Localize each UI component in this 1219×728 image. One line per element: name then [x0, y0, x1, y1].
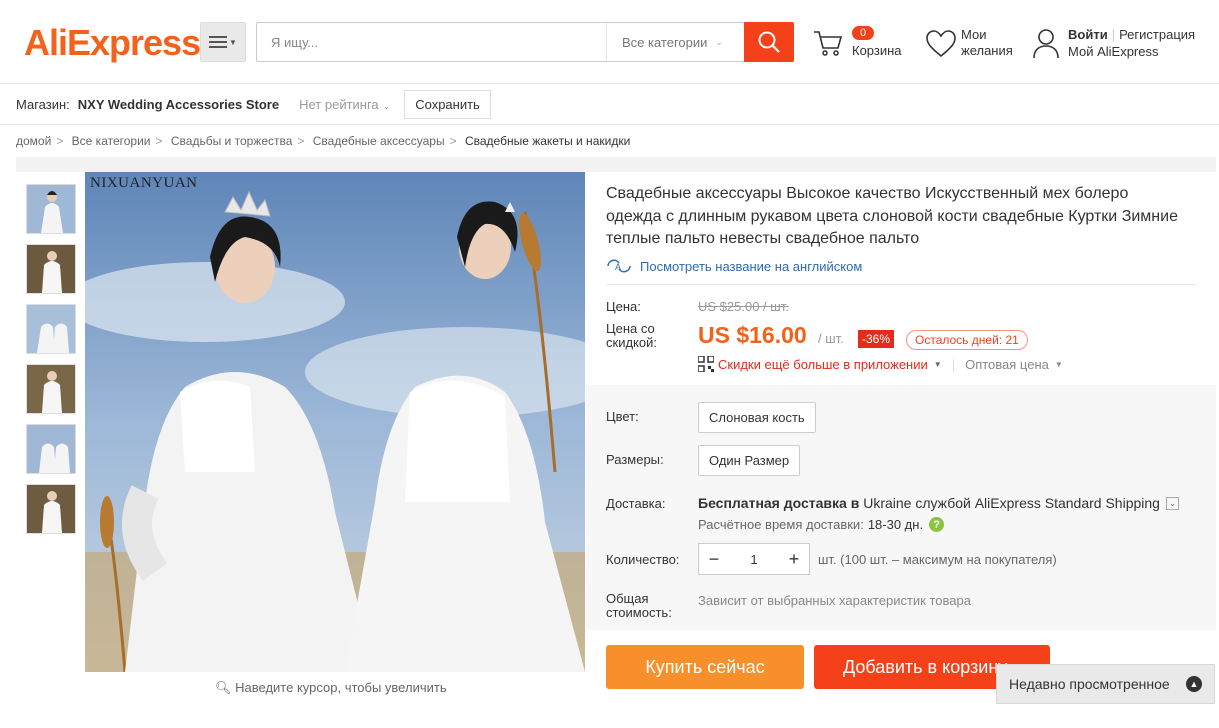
chevron-down-icon: ▼	[229, 37, 237, 47]
wishlist-label: Мои	[961, 27, 987, 42]
shipping-method: службой AliExpress Standard Shipping	[915, 495, 1160, 511]
login-link[interactable]: Войти	[1068, 27, 1108, 42]
search-box: Все категории⌄	[256, 22, 794, 62]
cart-count-badge: 0	[852, 26, 874, 40]
categories-menu-button[interactable]: ▼	[200, 22, 246, 62]
size-option-one-size[interactable]: Один Размер	[698, 445, 801, 476]
translate-title-link[interactable]: A Посмотреть название на английском	[606, 258, 862, 274]
per-unit: / шт.	[818, 331, 844, 346]
shipping-label: Доставка:	[606, 496, 666, 511]
quantity-label: Количество:	[606, 552, 680, 567]
quantity-input[interactable]: 1	[729, 552, 779, 567]
recently-viewed-bar[interactable]: Недавно просмотренное ▲	[996, 664, 1215, 704]
breadcrumb-all-categories[interactable]: Все категории	[72, 134, 151, 148]
divider	[606, 284, 1196, 285]
search-button[interactable]	[744, 22, 794, 62]
help-icon[interactable]: ?	[929, 517, 945, 532]
breadcrumb-weddings[interactable]: Свадьбы и торжества	[171, 134, 293, 148]
cart-link[interactable]: 0 Корзина	[812, 24, 912, 64]
zoom-hint: 🔍︎ Наведите курсор, чтобы увеличить	[215, 680, 447, 695]
aliexpress-logo[interactable]: AliExpress™	[24, 24, 209, 62]
store-bar: Магазин: NXY Wedding Accessories Store Н…	[0, 85, 1219, 125]
store-label: Магазин:	[16, 97, 70, 112]
app-deal-link[interactable]: Скидки ещё больше в приложении	[718, 357, 928, 372]
wishlist-link[interactable]: Мои желания	[925, 26, 1025, 66]
heart-icon	[926, 30, 956, 58]
thumbnail-5[interactable]	[26, 424, 76, 474]
search-input[interactable]	[257, 23, 605, 61]
brand-watermark: NIXUANYUAN	[90, 175, 198, 191]
site-header: AliExpress™ ▼ Все категории⌄ 0 Корзина М…	[0, 0, 1219, 84]
save-store-button[interactable]: Сохранить	[404, 90, 491, 119]
chevron-up-icon: ▲	[1186, 676, 1202, 692]
thumbnail-2[interactable]	[26, 244, 76, 294]
original-price: US $25.00 / шт.	[698, 299, 789, 314]
register-link[interactable]: Регистрация	[1119, 27, 1195, 42]
discounted-price: US $16.00	[698, 322, 807, 348]
caret-down-icon: ▼	[933, 359, 942, 369]
main-product-image[interactable]: NIXUANYUAN	[85, 172, 585, 672]
recently-viewed-label: Недавно просмотренное	[1009, 676, 1170, 692]
discount-price-label: Цена со скидкой:	[606, 321, 657, 350]
price-label: Цена:	[606, 299, 641, 314]
color-option-ivory[interactable]: Слоновая кость	[698, 402, 816, 433]
store-rating-dropdown[interactable]: Нет рейтинга ⌄	[299, 97, 390, 112]
breadcrumb-current[interactable]: Свадебные жакеты и накидки	[465, 134, 630, 148]
thumbnail-6[interactable]	[26, 484, 76, 534]
magnifier-icon: 🔍︎	[215, 680, 232, 695]
days-left-badge: Осталось дней: 21	[906, 330, 1028, 350]
thumbnail-1[interactable]	[26, 184, 76, 234]
total-value: Зависит от выбранных характеристик товар…	[698, 593, 971, 608]
translate-icon: A	[607, 259, 631, 273]
decrease-quantity-button[interactable]: −	[699, 549, 729, 570]
wholesale-price-link[interactable]: Оптовая цена	[965, 357, 1049, 372]
user-icon	[1033, 29, 1059, 59]
breadcrumb: домой > Все категории > Свадьбы и торжеств…	[16, 134, 631, 148]
svg-text:A: A	[615, 262, 621, 272]
my-aliexpress-link[interactable]: Мой AliExpress	[1068, 44, 1159, 59]
chevron-down-icon: ⌄	[1165, 496, 1179, 510]
breadcrumb-wedding-accessories[interactable]: Свадебные аксессуары	[313, 134, 445, 148]
quantity-note: шт. (100 шт. – максимум на покупателя)	[818, 552, 1057, 567]
store-name-link[interactable]: NXY Wedding Accessories Store	[78, 97, 279, 112]
thumbnail-list	[26, 184, 76, 544]
color-label: Цвет:	[606, 409, 639, 424]
caret-down-icon: ▼	[1054, 359, 1063, 369]
app-deal-row: Скидки ещё больше в приложении ▼ | Оптов…	[698, 356, 1063, 372]
delivery-estimate: Расчётное время доставки: 18-30 дн. ?	[698, 517, 945, 532]
thumbnail-4[interactable]	[26, 364, 76, 414]
chevron-down-icon: ⌄	[382, 101, 391, 111]
thumbnail-3[interactable]	[26, 304, 76, 354]
total-label: Общая стоимость:	[606, 591, 672, 620]
breadcrumb-home[interactable]: домой	[16, 134, 51, 148]
size-label: Размеры:	[606, 452, 664, 467]
discount-badge: -36%	[858, 330, 895, 348]
qr-code-icon	[698, 356, 714, 372]
menu-icon	[209, 36, 228, 48]
chevron-down-icon: ⌄	[715, 36, 723, 47]
shipping-selector[interactable]: Бесплатная доставка в Ukraine службой Al…	[698, 495, 1179, 511]
shipping-country: Ukraine	[863, 495, 912, 511]
cart-label: Корзина	[852, 43, 902, 58]
wishlist-label: желания	[961, 43, 1013, 58]
free-shipping-text: Бесплатная доставка в	[698, 495, 860, 511]
product-title: Свадебные аксессуары Высокое качество Ис…	[606, 185, 1178, 247]
buy-now-button[interactable]: Купить сейчас	[606, 645, 804, 689]
increase-quantity-button[interactable]: +	[779, 549, 809, 570]
account-area: Войти | Регистрация Мой AliExpress	[1032, 26, 1212, 66]
search-icon	[758, 31, 780, 53]
quantity-stepper: − 1 +	[698, 543, 810, 575]
cart-icon	[814, 31, 843, 56]
search-category-select[interactable]: Все категории ⌄	[606, 23, 744, 61]
